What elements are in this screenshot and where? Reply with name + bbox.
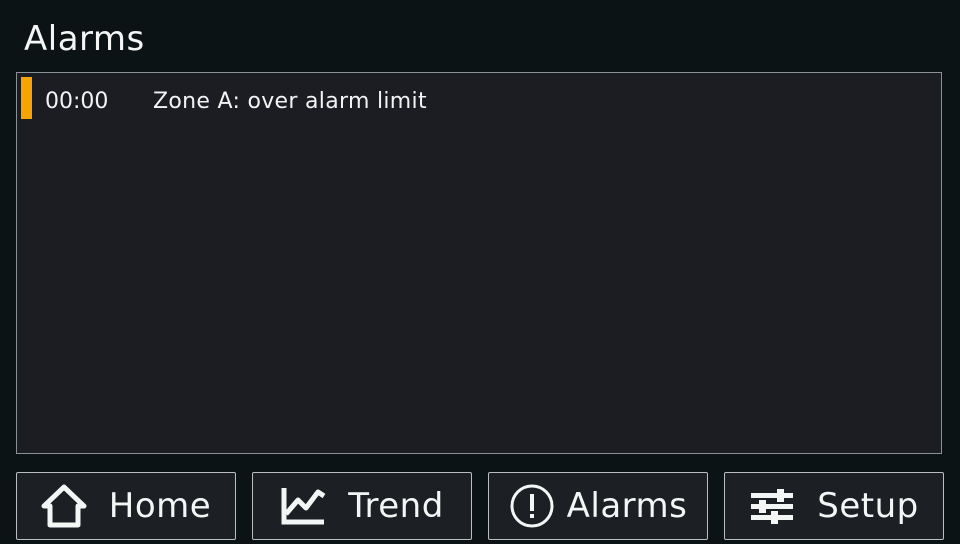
alarm-list: 00:00 Zone A: over alarm limit: [16, 72, 942, 454]
alarm-severity-marker: [21, 77, 32, 119]
trend-icon: [280, 486, 326, 526]
bottom-nav-bar: Home Trend Alarms Setup: [16, 472, 944, 540]
alarm-time: 00:00: [45, 89, 109, 114]
settings-sliders-icon: [749, 486, 795, 526]
alarms-button-label: Alarms: [566, 486, 688, 526]
trend-button-label: Trend: [348, 486, 444, 526]
alarm-list-item[interactable]: 00:00 Zone A: over alarm limit: [17, 73, 941, 121]
alert-icon: [509, 483, 555, 529]
alarm-message: Zone A: over alarm limit: [153, 89, 427, 114]
home-button[interactable]: Home: [16, 472, 236, 540]
home-button-label: Home: [108, 486, 212, 526]
page-title: Alarms: [24, 19, 145, 59]
trend-button[interactable]: Trend: [252, 472, 472, 540]
alarms-button[interactable]: Alarms: [488, 472, 708, 540]
setup-button-label: Setup: [817, 486, 919, 526]
setup-button[interactable]: Setup: [724, 472, 944, 540]
home-icon: [41, 484, 87, 528]
